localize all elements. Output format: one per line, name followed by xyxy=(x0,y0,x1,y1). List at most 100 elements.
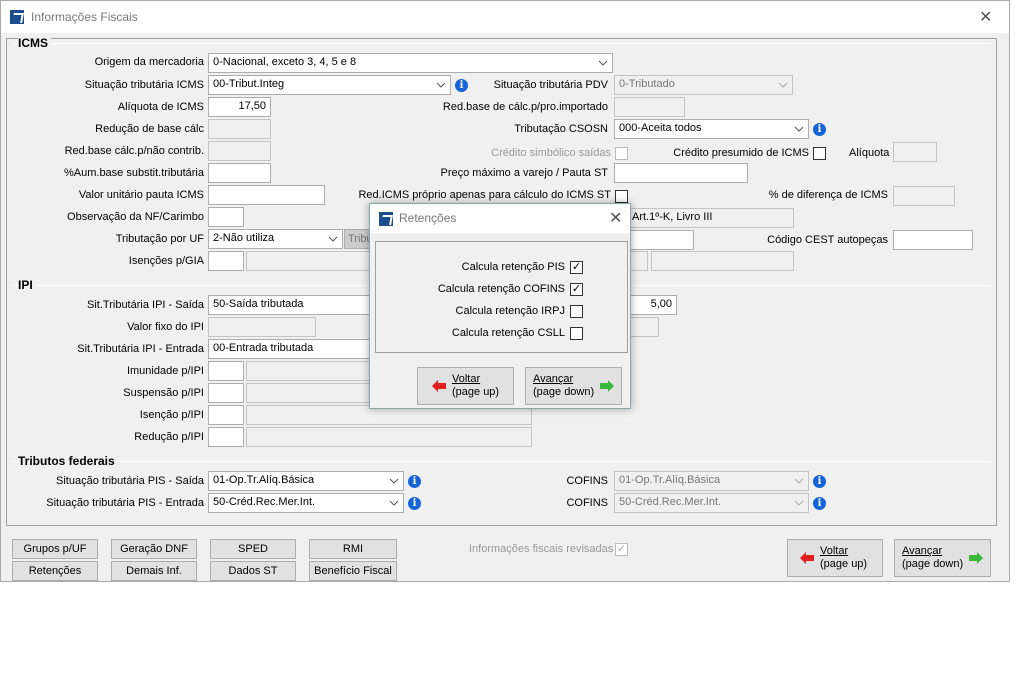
dialog-avancar-label: Avançar xyxy=(533,373,574,385)
observacao-input[interactable] xyxy=(208,207,244,227)
observacao-label: Observação da NF/Carimbo xyxy=(67,211,204,223)
cofins-saida-label: COFINS xyxy=(566,475,608,487)
sit-trib-icms-select[interactable]: 00-Tribut.Integ xyxy=(208,75,451,95)
info-icon[interactable]: i xyxy=(455,79,468,92)
close-icon[interactable]: ✕ xyxy=(979,7,992,27)
retencao-pis-checkbox[interactable]: ✓ xyxy=(570,261,583,274)
dialog-avancar-button[interactable]: Avançar (page down) xyxy=(525,367,622,405)
sit-pdv-label: Situação tributária PDV xyxy=(493,79,608,91)
retencao-irpj-checkbox[interactable] xyxy=(570,305,583,318)
red-icms-proprio-checkbox[interactable] xyxy=(615,190,628,203)
red-importado-input xyxy=(614,97,685,117)
dialog-avancar-sublabel: (page down) xyxy=(533,386,595,398)
divider xyxy=(13,43,991,44)
sped-button[interactable]: SPED xyxy=(210,539,296,559)
federais-heading: Tributos federais xyxy=(18,454,118,468)
retencao-irpj-label: Calcula retenção IRPJ xyxy=(455,305,565,317)
divider xyxy=(13,461,991,462)
isencoes-gia-extra xyxy=(651,251,794,271)
chevron-down-icon xyxy=(598,60,608,66)
cofins-saida-value: 01-Op.Tr.Alíq.Básica xyxy=(619,474,721,486)
preco-maximo-label: Preço máximo a varejo / Pauta ST xyxy=(440,167,608,179)
dialog-title: Retenções xyxy=(399,211,457,225)
window-title: Informações Fiscais xyxy=(31,10,138,24)
retencao-cofins-label: Calcula retenção COFINS xyxy=(437,283,565,295)
credito-presumido-checkbox[interactable] xyxy=(813,147,826,160)
credito-simbolico-label: Crédito simbólico saídas xyxy=(491,147,611,159)
ipi-saida-label: Sit.Tributária IPI - Saída xyxy=(87,299,204,311)
beneficio-fiscal-button[interactable]: Benefício Fiscal xyxy=(309,561,397,581)
preco-maximo-input[interactable] xyxy=(614,163,748,183)
isencoes-gia-input[interactable] xyxy=(208,251,244,271)
arrow-left-icon xyxy=(432,380,446,392)
dialog-close-icon[interactable]: ✕ xyxy=(609,208,622,228)
rmi-button[interactable]: RMI xyxy=(309,539,397,559)
aum-base-input[interactable] xyxy=(208,163,271,183)
title-bar: Informações Fiscais ✕ xyxy=(1,1,1009,33)
red-nao-contrib-input xyxy=(208,141,271,161)
retencoes-dialog: Retenções ✕ Calcula retenção PIS ✓ Calcu… xyxy=(369,203,631,409)
cofins-entrada-select: 50-Créd.Rec.Mer.Int. xyxy=(614,493,809,513)
pis-entrada-select[interactable]: 50-Créd.Rec.Mer.Int. xyxy=(208,493,404,513)
isencao-ipi-input[interactable] xyxy=(208,405,244,425)
pis-saida-select[interactable]: 01-Op.Tr.Alíq.Básica xyxy=(208,471,404,491)
sit-trib-icms-label: Situação tributária ICMS xyxy=(84,79,204,91)
pis-entrada-value: 50-Créd.Rec.Mer.Int. xyxy=(213,496,316,508)
imunidade-ipi-input[interactable] xyxy=(208,361,244,381)
voltar-label: Voltar xyxy=(820,545,849,557)
valor-pauta-label: Valor unitário pauta ICMS xyxy=(78,189,204,201)
chevron-down-icon xyxy=(328,236,338,242)
avancar-button[interactable]: Avançar (page down) xyxy=(894,539,991,577)
info-icon[interactable]: i xyxy=(408,497,421,510)
demais-inf-button[interactable]: Demais Inf. xyxy=(111,561,197,581)
aliquota-icms-input[interactable]: 17,50 xyxy=(208,97,271,117)
imunidade-ipi-label: Imunidade p/IPI xyxy=(126,365,204,377)
credito-simbolico-checkbox[interactable] xyxy=(615,147,628,160)
reducao-base-label: Redução de base cálc xyxy=(95,123,204,135)
retencao-cofins-checkbox[interactable]: ✓ xyxy=(570,283,583,296)
origem-select[interactable]: 0-Nacional, exceto 3, 4, 5 e 8 xyxy=(208,53,613,73)
csosn-value: 000-Aceita todos xyxy=(619,122,702,134)
retencao-csll-label: Calcula retenção CSLL xyxy=(451,327,565,339)
trib-uf-label: Tributação por UF xyxy=(115,233,204,245)
cest-input[interactable] xyxy=(893,230,973,250)
avancar-sublabel: (page down) xyxy=(902,558,964,570)
info-icon[interactable]: i xyxy=(813,475,826,488)
arrow-right-icon xyxy=(600,380,614,392)
reducao-ipi-input[interactable] xyxy=(208,427,244,447)
geracao-dnf-button[interactable]: Geração DNF xyxy=(111,539,197,559)
retencao-csll-checkbox[interactable] xyxy=(570,327,583,340)
trib-uf-select[interactable]: 2-Não utiliza xyxy=(208,229,343,249)
info-icon[interactable]: i xyxy=(813,497,826,510)
revisadas-checkbox[interactable]: ✓ xyxy=(615,543,628,556)
suspensao-ipi-input[interactable] xyxy=(208,383,244,403)
dialog-voltar-sublabel: (page up) xyxy=(452,386,500,398)
retencao-pis-label: Calcula retenção PIS xyxy=(461,261,565,273)
dados-st-button[interactable]: Dados ST xyxy=(210,561,296,581)
dialog-voltar-label: Voltar xyxy=(452,373,481,385)
info-icon[interactable]: i xyxy=(813,123,826,136)
app-icon xyxy=(379,212,393,226)
cofins-entrada-label: COFINS xyxy=(566,497,608,509)
voltar-button[interactable]: Voltar (page up) xyxy=(787,539,883,577)
chevron-down-icon xyxy=(778,82,788,88)
cest-label: Código CEST autopeças xyxy=(767,234,888,246)
suspensao-ipi-label: Suspensão p/IPI xyxy=(123,387,204,399)
info-icon[interactable]: i xyxy=(408,475,421,488)
pis-saida-label: Situação tributária PIS - Saída xyxy=(56,475,204,487)
reducao-ipi-label: Redução p/IPI xyxy=(134,431,204,443)
sit-trib-icms-value: 00-Tribut.Integ xyxy=(213,78,285,90)
valor-fixo-ipi-input xyxy=(208,317,316,337)
csosn-select[interactable]: 000-Aceita todos xyxy=(614,119,809,139)
arrow-right-icon xyxy=(969,552,983,564)
retencoes-button[interactable]: Retenções xyxy=(12,561,98,581)
chevron-down-icon xyxy=(794,478,804,484)
grupos-uf-button[interactable]: Grupos p/UF xyxy=(12,539,98,559)
aliquota-presumido-label: Alíquota xyxy=(849,147,890,159)
sit-pdv-value: 0-Tributado xyxy=(619,78,675,90)
valor-pauta-input[interactable] xyxy=(208,185,325,205)
arrow-left-icon xyxy=(800,552,814,564)
red-nao-contrib-label: Red.base cálc.p/não contrib. xyxy=(64,145,204,157)
dialog-voltar-button[interactable]: Voltar (page up) xyxy=(417,367,514,405)
valor-fixo-ipi-label: Valor fixo do IPI xyxy=(127,321,204,333)
